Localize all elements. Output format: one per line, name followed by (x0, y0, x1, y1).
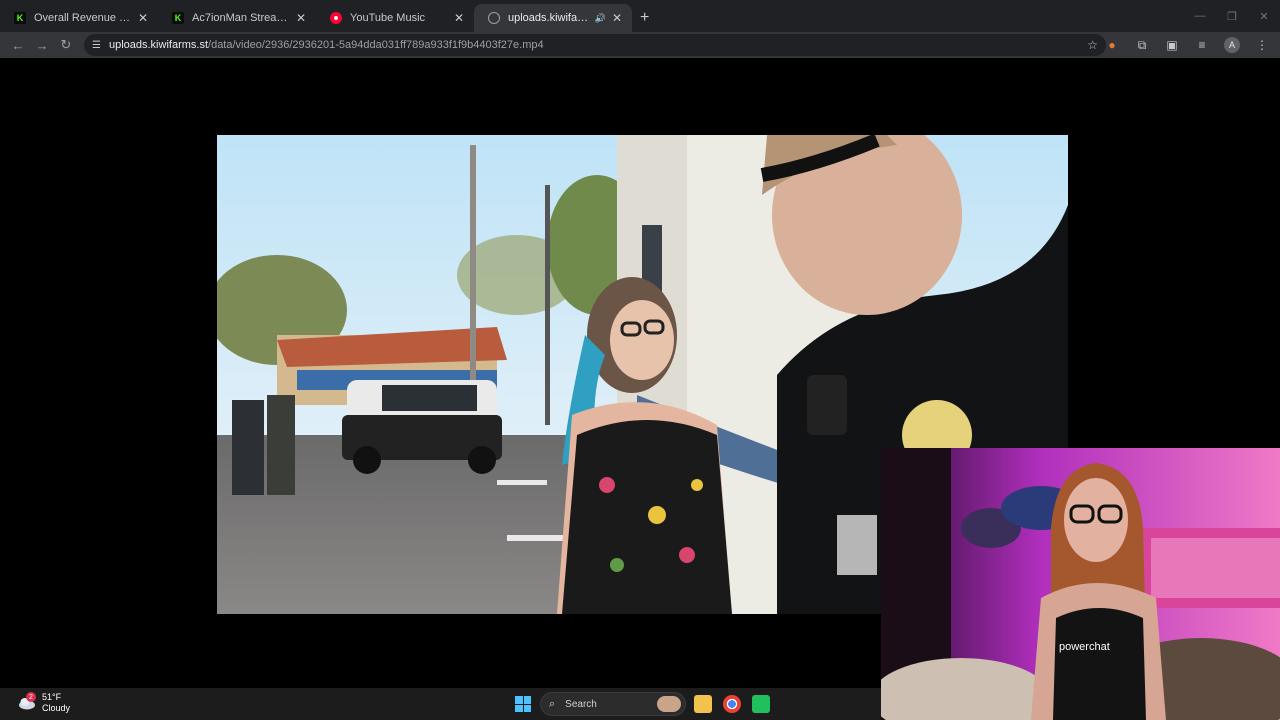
tab-kiwifarms-video[interactable]: uploads.kiwifarms.st/data/v 🔊 ✕ (474, 4, 632, 32)
close-tab-icon[interactable]: ✕ (454, 11, 464, 25)
new-tab-button[interactable]: + (632, 4, 657, 32)
media-control-icon[interactable]: ≡ (1190, 33, 1214, 57)
browser-tab-strip: K Overall Revenue - Kick Dashboa ✕ K Ac7… (0, 0, 1280, 32)
webcam-overlay: powerchat (881, 448, 1280, 720)
address-bar[interactable]: ☰ uploads.kiwifarms.st/data/video/2936/2… (84, 34, 1106, 56)
browser-toolbar: ← → ↻ ☰ uploads.kiwifarms.st/data/video/… (0, 32, 1280, 58)
side-panel-icon[interactable]: ▣ (1160, 33, 1184, 57)
minimize-icon[interactable]: — (1184, 0, 1216, 32)
restore-icon[interactable]: ❐ (1216, 0, 1248, 32)
shirt-text: powerchat (1059, 641, 1110, 653)
kick-icon: K (14, 12, 26, 24)
cloud-icon: 2 (18, 692, 36, 710)
url-path: /data/video/2936/2936201-5a94dda031ff789… (208, 39, 544, 51)
windows-start-icon[interactable] (515, 696, 531, 712)
window-controls: — ❐ ✕ (1184, 0, 1280, 32)
globe-icon (488, 12, 500, 24)
speaker-icon[interactable]: 🔊 (595, 13, 606, 24)
tab-youtube-music[interactable]: YouTube Music ✕ (316, 4, 474, 32)
weather-desc: Cloudy (42, 703, 71, 713)
toolbar-actions: ● ⧉ ▣ ≡ A ⋮ (1100, 32, 1274, 58)
file-explorer-icon[interactable] (694, 695, 712, 713)
back-icon[interactable]: ← (6, 33, 30, 57)
extension-icon[interactable]: ● (1100, 33, 1124, 57)
taskbar-search[interactable]: ⌕ Search (540, 692, 686, 716)
notification-badge: 2 (26, 692, 36, 702)
profile-avatar[interactable]: A (1224, 37, 1240, 53)
tab-kick-stream[interactable]: K Ac7ionMan Stream - Watch Live ✕ (158, 4, 316, 32)
menu-icon[interactable]: ⋮ (1250, 33, 1274, 57)
app-icon[interactable] (752, 695, 770, 713)
site-info-icon[interactable]: ☰ (92, 40, 101, 51)
close-tab-icon[interactable]: ✕ (296, 11, 306, 25)
chrome-icon[interactable] (723, 695, 741, 713)
windows-taskbar: 2 51°F Cloudy ⌕ Search (0, 688, 881, 720)
url-host: uploads.kiwifarms.st (108, 39, 209, 51)
webcam-frame: powerchat (881, 448, 1280, 720)
search-label: Search (565, 698, 597, 710)
tab-title: Ac7ionMan Stream - Watch Live (192, 12, 290, 24)
reload-icon[interactable]: ↻ (54, 33, 78, 57)
extensions-puzzle-icon[interactable]: ⧉ (1130, 33, 1154, 57)
search-highlight-icon (657, 696, 681, 712)
tab-title: uploads.kiwifarms.st/data/v (508, 12, 589, 24)
tab-title: Overall Revenue - Kick Dashboa (34, 12, 132, 24)
weather-widget[interactable]: 2 51°F Cloudy (18, 692, 70, 714)
close-window-icon[interactable]: ✕ (1248, 0, 1280, 32)
tab-kick-dashboard[interactable]: K Overall Revenue - Kick Dashboa ✕ (0, 4, 158, 32)
forward-icon[interactable]: → (30, 33, 54, 57)
close-tab-icon[interactable]: ✕ (612, 11, 622, 25)
weather-temp: 51°F (42, 692, 62, 702)
search-icon: ⌕ (549, 697, 556, 710)
close-tab-icon[interactable]: ✕ (138, 11, 148, 25)
tab-title: YouTube Music (350, 12, 426, 24)
bookmark-star-icon[interactable]: ☆ (1087, 38, 1098, 52)
url-text[interactable]: uploads.kiwifarms.st/data/video/2936/293… (109, 39, 544, 51)
youtube-music-icon (330, 12, 342, 24)
kick-icon: K (172, 12, 184, 24)
